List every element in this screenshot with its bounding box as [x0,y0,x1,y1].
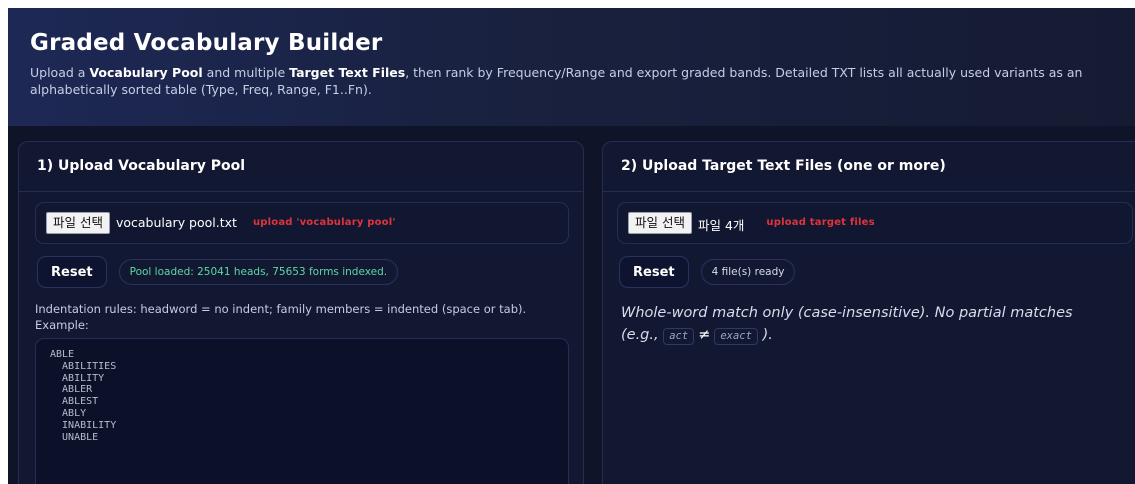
indentation-rules-text: Indentation rules: headword = no indent;… [35,302,527,332]
match-rule-close: ). [762,327,773,343]
upload-hint-annotation: upload target files [766,217,875,228]
vocabulary-pool-panel: 1) Upload Vocabulary Pool 파일 선택 vocabula… [18,141,584,484]
pool-file-input[interactable]: 파일 선택 vocabulary pool.txt upload 'vocabu… [35,202,569,244]
example-line: INABILITY [50,419,117,431]
code-chip-exact: exact [714,328,758,345]
pool-status-badge: Pool loaded: 25041 heads, 75653 forms in… [118,259,399,285]
target-controls: Reset 4 file(s) ready [619,256,796,288]
example-line: ABLER [50,384,93,396]
reset-targets-button[interactable]: Reset [619,256,689,288]
subtitle-text: Upload a [30,65,90,80]
indentation-example-box: ABLE ABILITIES ABILITY ABLER ABLEST ABLY… [35,338,569,484]
match-rule-eg: (e.g., [621,327,659,343]
choose-files-button[interactable]: 파일 선택 [628,212,692,234]
example-line: ABLEST [50,396,99,408]
example-line: UNABLE [50,431,99,443]
page-subtitle: Upload a Vocabulary Pool and multiple Ta… [30,64,1110,98]
example-line: ABILITY [50,372,105,384]
pool-controls: Reset Pool loaded: 25041 heads, 75653 fo… [37,256,399,288]
example-line: ABLY [50,407,87,419]
reset-pool-button[interactable]: Reset [37,256,107,288]
subtitle-bold-target-files: Target Text Files [289,65,406,80]
match-rule-text: Whole-word match only (case-insensitive)… [621,305,1073,321]
selected-file-name: vocabulary pool.txt [115,215,237,230]
code-chip-act: act [663,328,695,345]
panel-title: 1) Upload Vocabulary Pool [19,142,583,192]
panel-title: 2) Upload Target Text Files (one or more… [603,142,1135,192]
choose-file-button[interactable]: 파일 선택 [46,212,110,234]
subtitle-text: and multiple [202,65,290,80]
app-window: Graded Vocabulary Builder Upload a Vocab… [8,8,1135,484]
selected-files-count: 파일 4개 [697,218,745,233]
example-line: ABILITIES [50,360,117,372]
match-rule-note: Whole-word match only (case-insensitive)… [621,302,1131,346]
target-files-input[interactable]: 파일 선택 파일 4개 upload target files [617,202,1133,244]
page-title: Graded Vocabulary Builder [30,30,383,56]
example-line: ABLE [50,349,75,360]
target-files-panel: 2) Upload Target Text Files (one or more… [602,141,1135,484]
page-header: Graded Vocabulary Builder Upload a Vocab… [8,8,1135,126]
targets-status-badge: 4 file(s) ready [700,259,796,285]
upload-hint-annotation: upload 'vocabulary pool' [252,217,396,228]
subtitle-bold-vocabulary-pool: Vocabulary Pool [89,65,203,80]
not-equal-symbol: ≠ [698,327,711,343]
